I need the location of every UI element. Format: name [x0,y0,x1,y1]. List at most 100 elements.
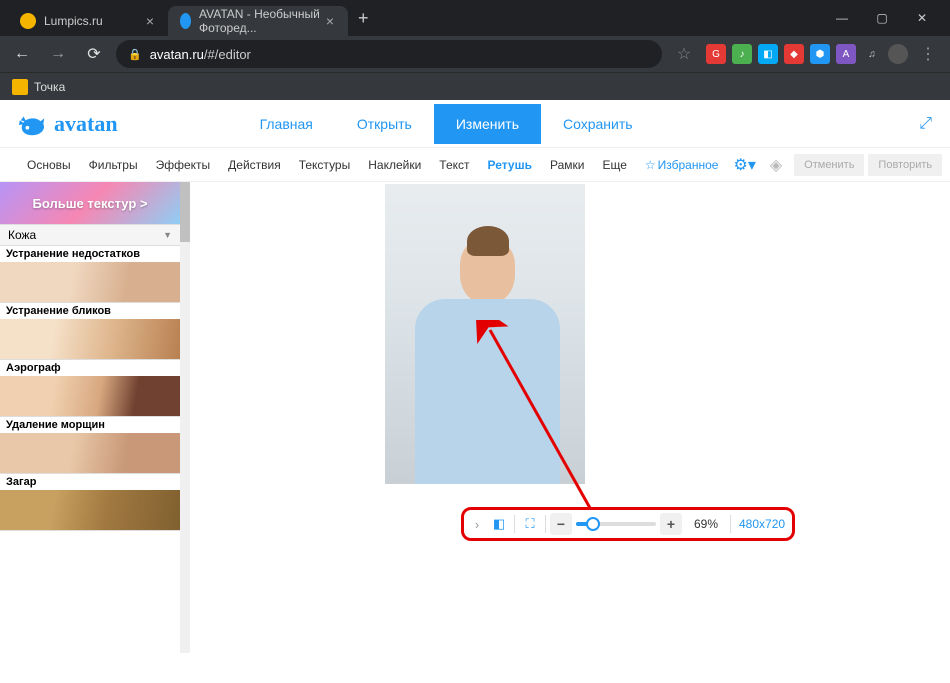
chevron-down-icon: ▼ [163,230,172,240]
nav-edit[interactable]: Изменить [434,104,541,144]
slider-handle[interactable] [586,517,600,531]
close-icon[interactable]: × [324,13,336,29]
sidebar-item-label: Аэрограф [0,360,180,376]
tab-title: AVATAN - Необычный Фоторед... [199,7,324,35]
extension-icon[interactable]: ◧ [758,44,778,64]
address-bar: ← → ⟳ 🔒 avatan.ru/#/editor ☆ G ♪ ◧ ◆ ⬢ A… [0,36,950,72]
app-header: avatan Главная Открыть Изменить Сохранит… [0,100,950,148]
nav-home[interactable]: Главная [238,104,335,144]
promo-banner[interactable]: Больше текстур > [0,182,180,224]
sidebar-item[interactable]: Устранение бликов [0,303,180,360]
reload-button[interactable]: ⟳ [80,40,108,68]
extensions: G ♪ ◧ ◆ ⬢ A ♫ ⋮ [706,40,942,68]
image-dimensions[interactable]: 480x720 [739,513,785,535]
close-button[interactable]: ✕ [902,11,942,25]
canvas[interactable] [195,182,940,653]
extension-icon[interactable]: G [706,44,726,64]
whale-icon [18,109,48,139]
tool-basics[interactable]: Основы [18,158,80,172]
layers-icon[interactable]: ◈ [762,155,790,175]
url-input[interactable]: 🔒 avatan.ru/#/editor [116,40,662,68]
tool-effects[interactable]: Эффекты [147,158,220,172]
tab-title: Lumpics.ru [44,14,103,28]
sidebar-item-label: Удаление морщин [0,417,180,433]
browser-tab[interactable]: Lumpics.ru × [8,6,168,36]
logo[interactable]: avatan [18,109,118,139]
maximize-button[interactable]: ▢ [862,11,902,25]
new-tab-button[interactable]: + [348,8,379,29]
logo-text: avatan [54,111,118,137]
extension-icon[interactable]: ⬢ [810,44,830,64]
forward-button[interactable]: → [44,40,72,68]
tab-bar: Lumpics.ru × AVATAN - Необычный Фоторед.… [0,0,950,36]
category-label: Кожа [8,228,36,242]
extension-icon[interactable]: A [836,44,856,64]
star-icon: ☆ [645,158,656,172]
thumbnail [0,262,180,302]
url-path: /#/editor [204,47,251,62]
zoom-percent: 69% [686,513,726,535]
close-icon[interactable]: × [144,13,156,29]
bookmark-icon [12,79,28,95]
favicon-icon [180,13,191,29]
thumbnail [0,490,180,530]
url-host: avatan.ru [150,47,204,62]
tool-favorites[interactable]: ☆Избранное [636,158,728,172]
minimize-button[interactable]: — [822,11,862,25]
tool-frames[interactable]: Рамки [541,158,593,172]
thumbnail [0,433,180,473]
extension-icon[interactable]: ◆ [784,44,804,64]
zoom-slider[interactable] [576,522,656,526]
redo-button[interactable]: Повторить [868,154,942,176]
undo-button[interactable]: Отменить [794,154,864,176]
lock-icon: 🔒 [128,48,142,61]
tool-stickers[interactable]: Наклейки [359,158,430,172]
bookmark-bar: Точка [0,72,950,100]
tool-text[interactable]: Текст [430,158,478,172]
menu-icon[interactable]: ⋮ [914,40,942,68]
tool-textures[interactable]: Текстуры [290,158,360,172]
nav-open[interactable]: Открыть [335,104,434,144]
main-nav: Главная Открыть Изменить Сохранить [238,104,655,144]
sidebar-item-label: Устранение бликов [0,303,180,319]
extension-icon[interactable]: ♪ [732,44,752,64]
gear-icon[interactable]: ⚙▾ [727,155,761,175]
tool-filters[interactable]: Фильтры [80,158,147,172]
category-header[interactable]: Кожа ▼ [0,224,180,246]
zoom-in-button[interactable]: + [660,513,682,535]
sidebar-item[interactable]: Удаление морщин [0,417,180,474]
collapse-icon[interactable]: › [470,513,484,535]
sidebar: Больше текстур > Кожа ▼ Устранение недос… [0,182,180,653]
zoom-toolbar: › ◧ ⛶ − + 69% 480x720 [461,507,795,541]
sidebar-item[interactable]: Аэрограф [0,360,180,417]
expand-icon[interactable]: ⤢ [919,115,932,133]
zoom-out-button[interactable]: − [550,513,572,535]
bookmark-item[interactable]: Точка [12,79,65,95]
back-button[interactable]: ← [8,40,36,68]
bookmark-label: Точка [34,80,65,94]
extension-icon[interactable]: ♫ [862,44,882,64]
star-icon[interactable]: ☆ [670,40,698,68]
sidebar-item-label: Загар [0,474,180,490]
nav-save[interactable]: Сохранить [541,104,655,144]
scrollbar-thumb[interactable] [180,182,190,242]
thumbnail [0,376,180,416]
tools-toolbar: Основы Фильтры Эффекты Действия Текстуры… [0,148,950,182]
fullscreen-icon[interactable]: ⛶ [519,513,541,535]
editor-app: avatan Главная Открыть Изменить Сохранит… [0,100,950,683]
browser-tab-active[interactable]: AVATAN - Необычный Фоторед... × [168,6,348,36]
edited-photo[interactable] [385,184,585,484]
favicon-icon [20,13,36,29]
thumbnail [0,319,180,359]
scrollbar[interactable] [180,182,190,653]
window-controls: — ▢ ✕ [822,11,942,25]
tool-more[interactable]: Еще [593,158,635,172]
sidebar-item[interactable]: Устранение недостатков [0,246,180,303]
compare-icon[interactable]: ◧ [488,513,510,535]
tool-actions[interactable]: Действия [219,158,290,172]
browser-chrome: Lumpics.ru × AVATAN - Необычный Фоторед.… [0,0,950,100]
tool-retouch[interactable]: Ретушь [479,158,541,172]
sidebar-item[interactable]: Загар [0,474,180,531]
avatar-icon[interactable] [888,44,908,64]
sidebar-item-label: Устранение недостатков [0,246,180,262]
